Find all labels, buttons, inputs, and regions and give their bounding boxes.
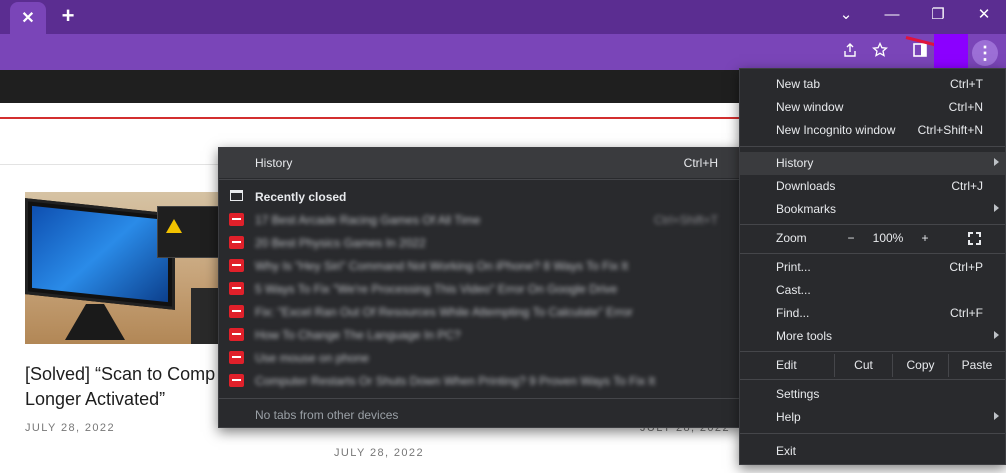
side-panel-icon[interactable]: [910, 42, 930, 62]
menu-item-new-incognito[interactable]: New Incognito window Ctrl+Shift+N: [740, 119, 1005, 142]
article-thumbnail[interactable]: [25, 192, 225, 344]
menu-item-exit[interactable]: Exit: [740, 440, 1005, 463]
paste-button[interactable]: Paste: [948, 354, 1005, 377]
site-favicon-icon: [229, 374, 244, 387]
zoom-level: 100%: [872, 231, 904, 245]
history-item[interactable]: 17 Best Arcade Racing Games Of All Time C…: [219, 209, 742, 232]
submenu-arrow-icon: [994, 412, 999, 420]
new-tab-icon[interactable]: +: [56, 4, 80, 28]
browser-tab[interactable]: ✕: [10, 2, 46, 34]
tab-search-icon[interactable]: ⌄: [832, 4, 860, 26]
no-other-devices-label: No tabs from other devices: [255, 408, 399, 422]
site-favicon-icon: [229, 259, 244, 272]
history-item[interactable]: 5 Ways To Fix "We're Processing This Vid…: [219, 278, 742, 301]
history-menu-item[interactable]: History Ctrl+H: [219, 148, 742, 178]
menu-item-find[interactable]: Find... Ctrl+F: [740, 302, 1005, 325]
history-item[interactable]: Use mouse on phone: [219, 347, 742, 370]
star-icon[interactable]: [870, 41, 890, 62]
menu-item-new-tab[interactable]: New tab Ctrl+T: [740, 73, 1005, 96]
cut-button[interactable]: Cut: [834, 354, 892, 377]
site-favicon-icon: [229, 328, 244, 341]
article-date: JULY 28, 2022: [334, 447, 424, 459]
window-icon: [230, 190, 243, 201]
menu-item-downloads[interactable]: Downloads Ctrl+J: [740, 175, 1005, 198]
article-title[interactable]: [Solved] “Scan to Comp Longer Activated”: [25, 362, 217, 412]
restore-icon[interactable]: ❐: [924, 4, 952, 26]
zoom-out-button[interactable]: −: [836, 227, 866, 250]
browser-toolbar: [0, 34, 1006, 70]
menu-item-bookmarks[interactable]: Bookmarks: [740, 198, 1005, 221]
site-favicon-icon: [229, 236, 244, 249]
history-item[interactable]: Fix: "Excel Ran Out Of Resources While A…: [219, 301, 742, 324]
warning-dialog-illustration: [157, 206, 225, 258]
menu-item-print[interactable]: Print... Ctrl+P: [740, 256, 1005, 279]
recently-closed-heading: Recently closed: [255, 190, 347, 204]
tab-close-icon[interactable]: ✕: [21, 8, 34, 28]
history-item[interactable]: 20 Best Physics Games In 2022: [219, 232, 742, 255]
history-item[interactable]: Computer Restarts Or Shuts Down When Pri…: [219, 370, 742, 393]
minimize-icon[interactable]: —: [878, 4, 906, 26]
menu-item-more-tools[interactable]: More tools: [740, 325, 1005, 348]
site-favicon-icon: [229, 305, 244, 318]
menu-item-help[interactable]: Help: [740, 406, 1005, 429]
close-window-icon[interactable]: ✕: [970, 4, 998, 26]
copy-button[interactable]: Copy: [892, 354, 948, 377]
history-item[interactable]: Why Is "Hey Siri" Command Not Working On…: [219, 255, 742, 278]
article-date: JULY 28, 2022: [25, 422, 115, 434]
site-favicon-icon: [229, 213, 244, 226]
monitor-illustration: [25, 198, 175, 310]
warning-icon: [166, 219, 182, 233]
fullscreen-icon[interactable]: [968, 232, 981, 245]
menu-item-cast[interactable]: Cast...: [740, 279, 1005, 302]
menu-item-new-window[interactable]: New window Ctrl+N: [740, 96, 1005, 119]
site-favicon-icon: [229, 282, 244, 295]
chrome-main-menu: New tab Ctrl+T New window Ctrl+N New Incog…: [739, 68, 1006, 465]
extension-block: [934, 34, 968, 68]
title-bar: ✕ + ⌄ — ❐ ✕: [0, 0, 1006, 34]
submenu-arrow-icon: [994, 331, 999, 339]
browser-window: ✕ + ⌄ — ❐ ✕ ⋮ [Solved] “Scan to Comp Lon…: [0, 0, 1006, 473]
share-icon[interactable]: [840, 42, 860, 62]
history-item[interactable]: How To Change The Language In PC?: [219, 324, 742, 347]
zoom-in-button[interactable]: +: [910, 227, 940, 250]
history-submenu: History Ctrl+H Recently closed 17 Best A…: [218, 147, 743, 428]
menu-item-settings[interactable]: Settings: [740, 383, 1005, 406]
menu-item-history[interactable]: History: [740, 152, 1005, 175]
submenu-arrow-icon: [994, 204, 999, 212]
more-menu-button[interactable]: ⋮: [972, 40, 998, 66]
site-favicon-icon: [229, 351, 244, 364]
submenu-arrow-icon: [994, 158, 999, 166]
